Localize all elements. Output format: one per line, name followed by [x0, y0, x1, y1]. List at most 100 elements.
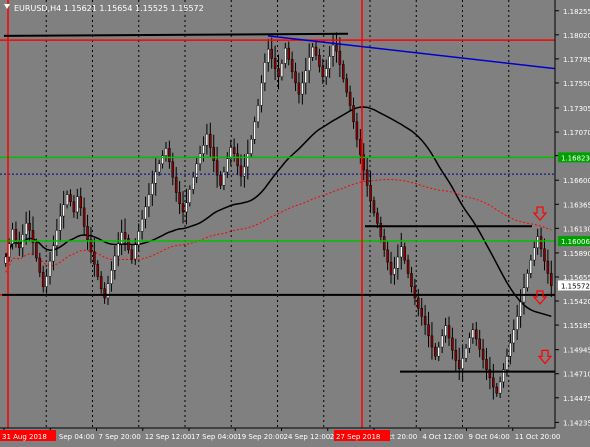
- candle-body: [164, 148, 168, 156]
- candle-body: [301, 82, 304, 95]
- candle-body: [379, 222, 383, 237]
- candle-body: [93, 251, 96, 265]
- candle-body: [324, 68, 328, 78]
- time-tick-label: 5 Sep 04:00: [52, 433, 94, 441]
- candle-body: [174, 176, 178, 193]
- candle-body: [96, 263, 100, 277]
- candle-body: [202, 145, 205, 154]
- candle-body: [232, 147, 236, 154]
- price-tick-label: 1.17550: [563, 80, 590, 88]
- candle-body: [420, 307, 423, 317]
- candle-body: [127, 238, 130, 251]
- candle-body: [399, 246, 403, 258]
- candle-body: [352, 105, 355, 123]
- candle-body: [543, 248, 546, 262]
- candle-body: [451, 337, 454, 351]
- candle-body: [263, 62, 267, 84]
- candle-body: [253, 121, 256, 140]
- time-tick-label: 24 Sep 12:00: [284, 433, 331, 441]
- candle-body: [471, 329, 475, 339]
- candle-body: [178, 192, 181, 205]
- candle-body: [290, 59, 294, 72]
- candle-body: [171, 161, 175, 178]
- candle-body: [256, 105, 260, 123]
- candle-body: [454, 349, 458, 361]
- candle-body: [137, 231, 140, 245]
- candle-body: [277, 68, 280, 78]
- price-tick-label: 1.16365: [563, 201, 590, 209]
- candle-body: [120, 232, 123, 244]
- candle-body: [444, 325, 447, 337]
- price-tick-label: 1.15890: [563, 250, 590, 258]
- candle-body: [515, 316, 519, 330]
- candle-body: [130, 249, 134, 260]
- price-tick-label: 1.16130: [563, 225, 590, 233]
- candle-body: [195, 163, 198, 178]
- candle-body: [41, 272, 45, 287]
- candle-body: [116, 243, 120, 257]
- candle-body: [168, 148, 171, 163]
- candle-body: [338, 50, 342, 65]
- candle-body: [69, 194, 72, 202]
- candle-body: [369, 185, 372, 201]
- candle-body: [294, 71, 297, 84]
- symbol-header: EURUSD,H4 1.15621 1.15654 1.15525 1.1557…: [14, 4, 204, 13]
- candle-body: [304, 70, 308, 84]
- candle-body: [38, 257, 42, 273]
- candle-body: [406, 259, 410, 274]
- candle-body: [181, 203, 185, 213]
- time-tick-label: 9 Oct 04:00: [469, 433, 510, 441]
- time-tick-label: 11 Oct 20:00: [515, 433, 561, 441]
- candle-body: [246, 153, 250, 168]
- candle-body: [393, 268, 396, 275]
- candle-body: [215, 160, 219, 176]
- candle-body: [99, 276, 103, 289]
- candle-body: [45, 276, 48, 287]
- candle-body: [144, 206, 147, 220]
- candle-body: [266, 48, 270, 63]
- candle-body: [539, 236, 543, 250]
- candle-body: [389, 261, 393, 275]
- candle-body: [457, 360, 461, 369]
- price-tick-label: 1.14945: [563, 347, 590, 355]
- candle-body: [188, 189, 192, 203]
- candle-body: [468, 337, 471, 349]
- candle-body: [24, 222, 28, 235]
- price-tick-label: 1.16600: [563, 177, 590, 185]
- candle-body: [14, 229, 18, 241]
- price-chart[interactable]: 1.18255 1.18020 1.17785 1.17550 1.17305 1.170…: [0, 0, 590, 443]
- candle-body: [260, 82, 263, 106]
- candle-body: [270, 48, 273, 59]
- price-tick-label: 1.14710: [563, 371, 590, 379]
- candle-body: [62, 204, 65, 217]
- candle-body: [532, 247, 536, 261]
- price-tick-label: 1.17305: [563, 105, 590, 113]
- candle-body: [55, 230, 59, 246]
- candle-body: [410, 273, 413, 287]
- candle-body: [403, 246, 406, 261]
- candle-body: [28, 222, 31, 231]
- candle-body: [239, 165, 243, 177]
- candle-body: [4, 256, 7, 264]
- chart-window[interactable]: 1.18255 1.18020 1.17785 1.17550 1.17305 1.170…: [0, 0, 590, 443]
- candle-body: [427, 324, 430, 337]
- candle-body: [430, 335, 434, 348]
- price-label-text: 1.16006: [561, 238, 590, 246]
- candle-body: [440, 335, 444, 348]
- price-tick-label: 1.14475: [563, 395, 590, 403]
- candle-body: [243, 166, 246, 177]
- candle-body: [359, 139, 362, 155]
- price-axis: 1.18255 1.18020 1.17785 1.17550 1.17305 1.170…: [554, 0, 590, 428]
- candle-body: [328, 56, 331, 69]
- candle-body: [505, 356, 509, 370]
- candle-body: [212, 147, 215, 162]
- candle-body: [103, 288, 106, 299]
- candle-body: [509, 342, 512, 357]
- price-label-text: 1.16823: [561, 154, 590, 162]
- time-marker-label: 31 Aug 2018: [2, 433, 47, 441]
- candle-body: [331, 44, 335, 57]
- candle-body: [464, 347, 468, 359]
- candle-body: [123, 232, 127, 239]
- candle-body: [519, 301, 522, 317]
- candle-body: [65, 194, 69, 206]
